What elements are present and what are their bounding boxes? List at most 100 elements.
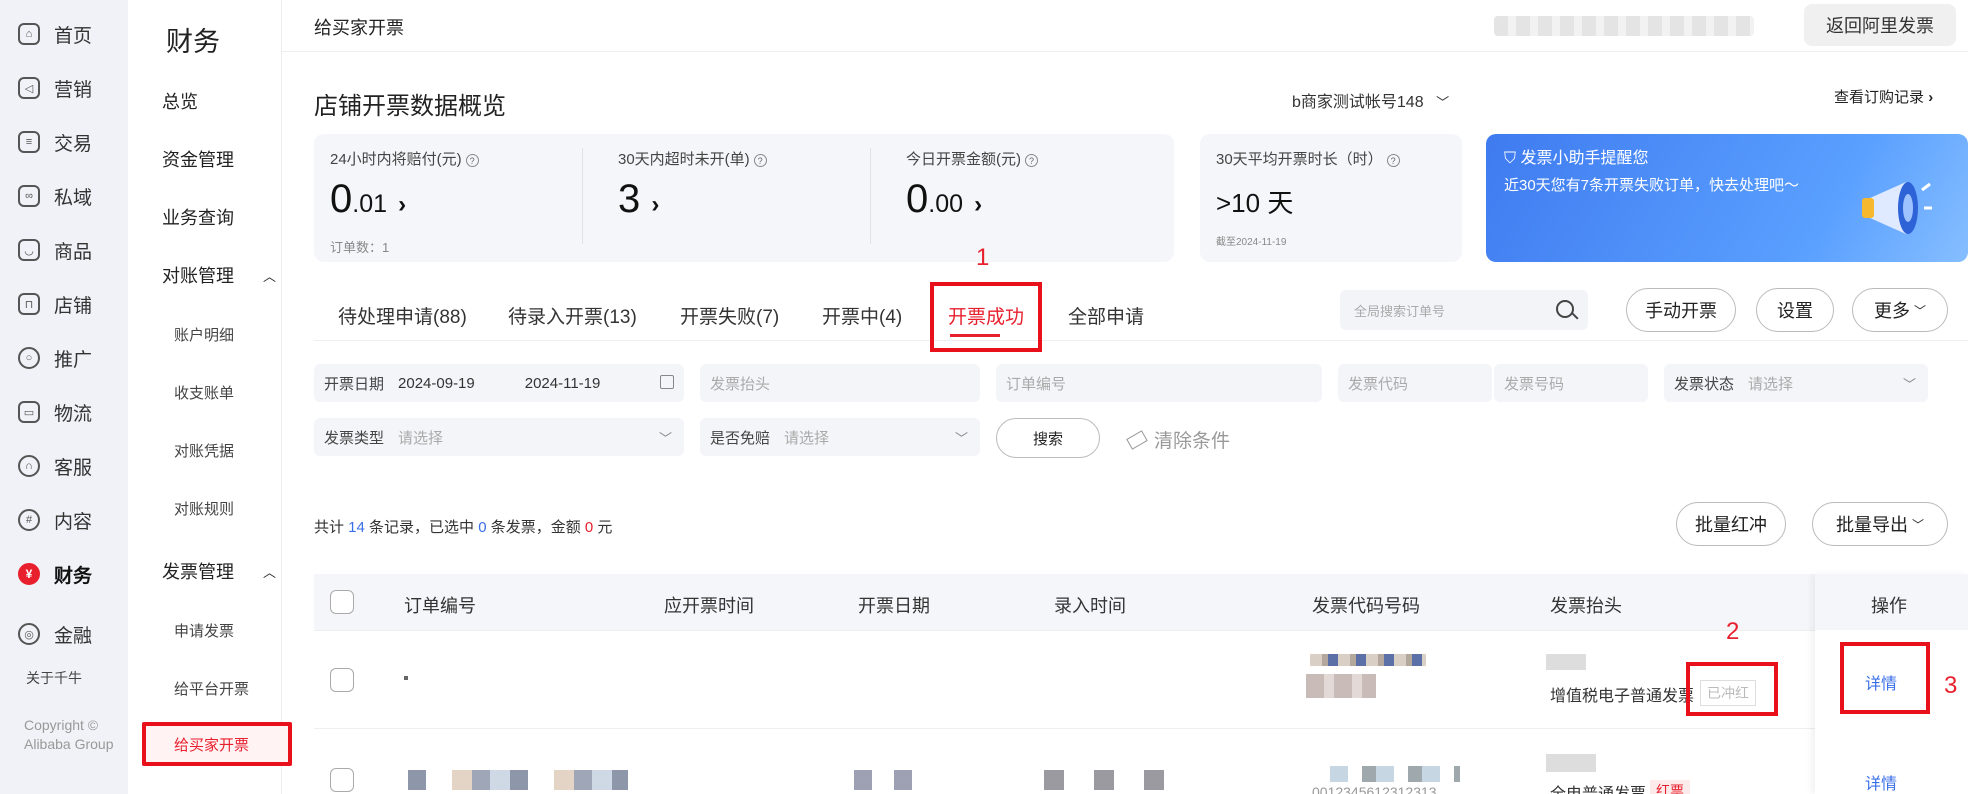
group-label: 对账管理: [162, 266, 234, 286]
invoice-code-field[interactable]: 发票代码: [1338, 364, 1492, 402]
subnav-platform-invoice[interactable]: 给平台开票: [174, 678, 249, 699]
annotation-number-3: 3: [1944, 672, 1958, 699]
nav-label: 财务: [54, 565, 93, 587]
store-icon: ⊓: [18, 293, 40, 315]
headset-icon: ∩: [18, 455, 40, 477]
primary-nav: ⌂ 首页 ◁ 营销 ≡ 交易 ∞ 私域 ◡ 商品 ⊓ 店铺 ○ 推广 ▭ 物流 ∩ 客服 # 内容 …: [0, 0, 128, 794]
eraser-icon: [1126, 429, 1148, 450]
subnav-overview[interactable]: 总览: [162, 88, 198, 114]
subnav-group-invoice[interactable]: 发票管理 ︿: [162, 558, 276, 584]
order-number-field[interactable]: 订单编号: [996, 364, 1322, 402]
exempt-select[interactable]: 是否免赔 请选择 ﹀: [700, 418, 980, 456]
detail-link[interactable]: 详情: [1865, 770, 1897, 794]
stat-value: 0.00 ›: [906, 177, 983, 221]
chevron-down-icon: ﹀: [954, 431, 968, 446]
subnav-group-reconcile[interactable]: 对账管理 ︿: [162, 262, 276, 288]
clear-filters-button[interactable]: 清除条件: [1126, 426, 1231, 453]
invoice-status-select[interactable]: 发票状态 请选择 ﹀: [1664, 364, 1928, 402]
chevron-right-icon: ›: [651, 191, 660, 218]
stat-avg-duration: 30天平均开票时长（时）? >10 天 截至2024-11-19: [1216, 148, 1400, 248]
tab-in-progress[interactable]: 开票中(4): [822, 302, 902, 329]
chevron-down-icon: ﹀: [658, 431, 672, 446]
nav-label: 店铺: [54, 295, 93, 317]
record-summary: 共计 14 条记录，已选中 0 条发票，金额 0 元: [314, 519, 613, 536]
blurred-order-no: [408, 770, 628, 790]
chevron-right-icon: ›: [1928, 89, 1934, 106]
subnav-funds[interactable]: 资金管理: [162, 146, 234, 172]
divider: [870, 148, 871, 244]
account-switcher[interactable]: b商家测试帐号148 ﹀: [1292, 88, 1449, 112]
row-checkbox[interactable]: [330, 768, 354, 792]
order-search-input[interactable]: 全局搜索订单号: [1340, 290, 1588, 330]
invoice-title-field[interactable]: 发票抬头: [700, 364, 980, 402]
blurred-code: [1310, 654, 1426, 666]
nav-item-logistics[interactable]: ▭ 物流: [0, 392, 128, 432]
tab-divider: [314, 340, 1968, 341]
nav-item-promote[interactable]: ○ 推广: [0, 338, 128, 378]
top-bar: 给买家开票 返回阿里发票: [282, 0, 1968, 52]
clear-label: 清除条件: [1154, 431, 1231, 452]
invoice-code-partial: 0012345612312313: [1312, 784, 1437, 794]
nav-item-private[interactable]: ∞ 私域: [0, 176, 128, 216]
nav-item-goods[interactable]: ◡ 商品: [0, 230, 128, 270]
manual-invoice-button[interactable]: 手动开票: [1626, 288, 1736, 332]
row-checkbox[interactable]: [330, 668, 354, 692]
nav-item-content[interactable]: # 内容: [0, 500, 128, 540]
nav-item-finance-service[interactable]: ◎ 金融: [0, 614, 128, 654]
invoice-date-range[interactable]: 开票日期 2024-09-19 2024-11-19: [314, 364, 684, 402]
tab-pending[interactable]: 待处理申请(88): [338, 302, 467, 329]
date-start[interactable]: 2024-09-19: [398, 375, 475, 392]
bulk-red-reverse-button[interactable]: 批量红冲: [1676, 502, 1786, 546]
stat-label: 今日开票金额(元)?: [906, 148, 1038, 169]
chevron-down-icon: ﹀: [1436, 95, 1450, 110]
search-button[interactable]: 搜索: [996, 418, 1100, 458]
subnav-bill[interactable]: 收支账单: [174, 382, 234, 403]
nav-item-store[interactable]: ⊓ 店铺: [0, 284, 128, 324]
col-invoice-code: 发票代码号码: [1312, 596, 1420, 616]
stat-today-amount[interactable]: 今日开票金额(元)? 0.00 ›: [906, 148, 1038, 227]
tab-all[interactable]: 全部申请: [1068, 302, 1144, 329]
invoice-reminder-banner[interactable]: ⛉ 发票小助手提醒您 近30天您有7条开票失败订单，快去处理吧～: [1486, 134, 1968, 262]
subnav-query[interactable]: 业务查询: [162, 204, 234, 230]
nav-item-home[interactable]: ⌂ 首页: [0, 14, 128, 54]
search-icon[interactable]: [1556, 300, 1574, 318]
home-icon: ⌂: [18, 23, 40, 45]
chevron-up-icon: ︿: [262, 564, 276, 580]
tab-failed[interactable]: 开票失败(7): [680, 302, 779, 329]
subnav-buyer-invoice[interactable]: 给买家开票: [142, 722, 292, 766]
help-icon: ?: [753, 154, 767, 167]
nav-item-trade[interactable]: ≡ 交易: [0, 122, 128, 162]
subnav-rules[interactable]: 对账规则: [174, 498, 234, 519]
field-placeholder: 订单编号: [1006, 375, 1067, 393]
settings-button[interactable]: 设置: [1756, 288, 1834, 332]
nav-item-marketing[interactable]: ◁ 营销: [0, 68, 128, 108]
date-end[interactable]: 2024-11-19: [525, 375, 601, 392]
yuan-icon: ¥: [18, 563, 40, 585]
back-to-ali-invoice-button[interactable]: 返回阿里发票: [1804, 4, 1956, 46]
more-button[interactable]: 更多 ﹀: [1852, 288, 1948, 332]
stat-overdue[interactable]: 30天内超时未开(单)? 3 ›: [618, 148, 767, 227]
select-all-checkbox[interactable]: [330, 590, 354, 614]
bulk-export-button[interactable]: 批量导出 ﹀: [1812, 502, 1948, 546]
tab-to-enter[interactable]: 待录入开票(13): [508, 302, 637, 329]
nav-item-finance[interactable]: ¥ 财务: [0, 554, 128, 594]
field-placeholder: 请选择: [1748, 375, 1794, 393]
nav-item-service[interactable]: ∩ 客服: [0, 446, 128, 486]
subnav-voucher[interactable]: 对账凭据: [174, 440, 234, 461]
overview-title: 店铺开票数据概览: [314, 93, 506, 120]
nav-label: 首页: [54, 25, 93, 47]
about-link[interactable]: 关于千牛: [26, 668, 82, 688]
blurred-code: [1330, 766, 1460, 782]
nav-label: 推广: [54, 349, 93, 371]
reminder-title: ⛉ 发票小助手提醒您: [1504, 150, 1649, 167]
stat-label: 24小时内将赔付(元)?: [330, 148, 479, 169]
subnav-apply-invoice[interactable]: 申请发票: [174, 620, 234, 641]
subnav-label: 给买家开票: [174, 736, 250, 754]
col-invoice-date: 开票日期: [858, 596, 930, 616]
account-blurred[interactable]: [1494, 16, 1754, 36]
invoice-type-select[interactable]: 发票类型 请选择 ﹀: [314, 418, 684, 456]
subnav-account-detail[interactable]: 账户明细: [174, 324, 234, 345]
stat-payout[interactable]: 24小时内将赔付(元)? 0.01 › 订单数：1: [330, 148, 479, 256]
invoice-number-field[interactable]: 发票号码: [1494, 364, 1648, 402]
subscription-link[interactable]: 查看订购记录 ›: [1834, 86, 1933, 107]
